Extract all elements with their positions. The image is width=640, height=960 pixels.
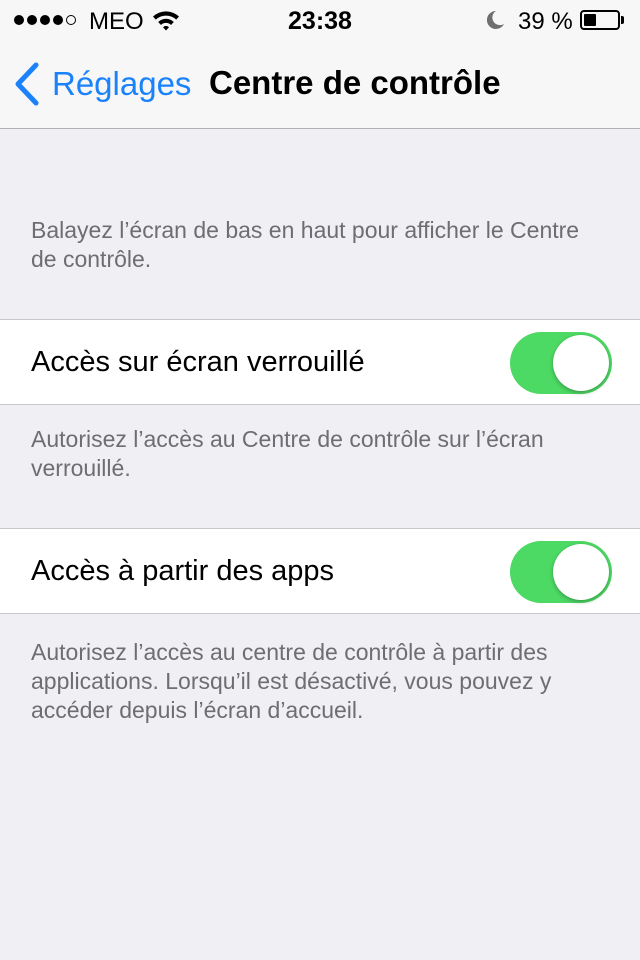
setting-row-lock-screen: Accès sur écran verrouillé: [0, 319, 640, 405]
battery-level: [584, 14, 597, 26]
chevron-left-icon: [14, 62, 40, 106]
battery-percentage: 39 %: [518, 8, 573, 35]
setting-label-apps: Accès à partir des apps: [31, 555, 335, 587]
lock-screen-toggle[interactable]: [510, 332, 612, 394]
back-label: Réglages: [52, 65, 192, 102]
page-title: Centre de contrôle: [209, 64, 501, 101]
apps-access-toggle[interactable]: [510, 541, 612, 603]
moon-icon: [484, 9, 506, 36]
status-bar: MEO 23:38 39 %: [0, 0, 640, 40]
apps-access-footer: Autorisez l’accès au centre de contrôle …: [31, 639, 552, 723]
battery-icon: [580, 10, 620, 30]
setting-row-apps: Accès à partir des apps: [0, 528, 640, 614]
toggle-knob: [553, 335, 609, 391]
navigation-bar: Réglages Centre de contrôle: [0, 40, 640, 129]
battery-tip: [621, 16, 624, 24]
setting-label-lock-screen: Accès sur écran verrouillé: [31, 346, 365, 378]
back-button[interactable]: Réglages: [14, 60, 191, 108]
lock-screen-footer: Autorisez l’accès au Centre de contrôle …: [31, 426, 544, 481]
toggle-knob: [553, 544, 609, 600]
intro-text: Balayez l’écran de bas en haut pour affi…: [31, 217, 580, 272]
